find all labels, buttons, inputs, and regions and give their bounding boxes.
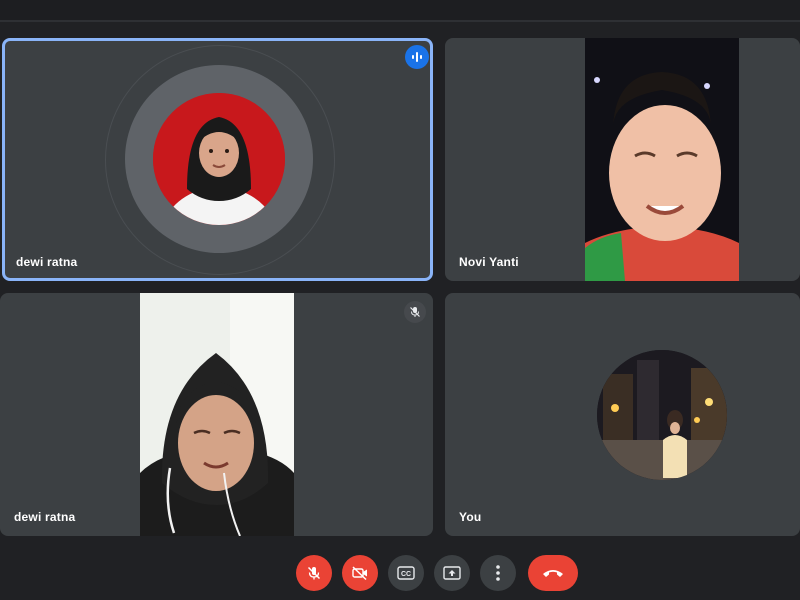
video-feed-novi-yanti <box>585 38 739 281</box>
speaking-indicator-icon <box>405 45 429 69</box>
participant-tile-dewi-ratna-2[interactable]: dewi ratna <box>0 293 433 536</box>
participant-name: dewi ratna <box>14 510 76 524</box>
video-feed-dewi-ratna <box>140 293 294 536</box>
avatar-you <box>597 350 727 480</box>
participant-name: You <box>459 510 482 524</box>
microphone-toggle-button[interactable] <box>296 555 332 591</box>
person-photo <box>153 93 285 225</box>
captions-button[interactable]: CC <box>388 555 424 591</box>
participant-name: dewi ratna <box>16 255 78 269</box>
hang-up-icon <box>543 570 563 577</box>
top-bar <box>0 0 800 22</box>
participant-name: Novi Yanti <box>459 255 519 269</box>
present-screen-icon <box>443 566 461 580</box>
more-options-button[interactable] <box>480 555 516 591</box>
participant-tile-you[interactable]: You <box>445 293 800 536</box>
mic-off-icon <box>307 566 321 580</box>
camera-off-icon <box>352 566 367 581</box>
participant-tile-novi-yanti[interactable]: Novi Yanti <box>445 38 800 281</box>
captions-icon: CC <box>397 566 415 580</box>
present-screen-button[interactable] <box>434 555 470 591</box>
avatar-dewi-ratna <box>153 93 285 225</box>
leave-call-button[interactable] <box>528 555 578 591</box>
captions-label: CC <box>401 571 411 578</box>
meeting-controls-bar: CC <box>0 545 800 600</box>
camera-toggle-button[interactable] <box>342 555 378 591</box>
muted-mic-icon <box>404 301 426 323</box>
more-options-icon <box>496 565 500 581</box>
participant-tile-dewi-ratna[interactable]: dewi ratna <box>2 38 433 281</box>
